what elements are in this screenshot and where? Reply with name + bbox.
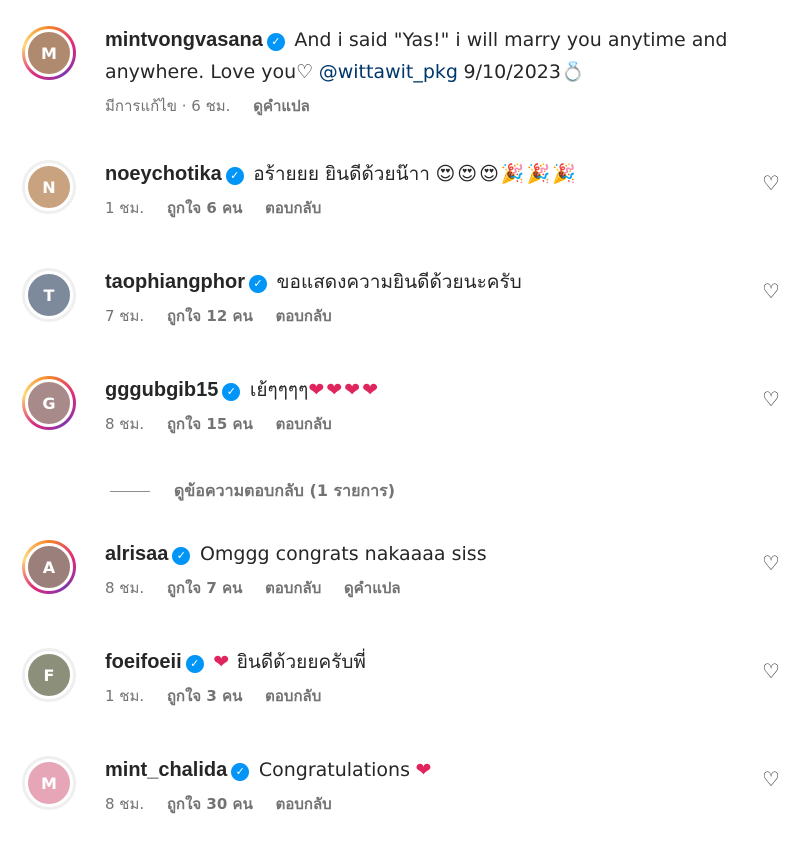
- reply-button[interactable]: ตอบกลับ: [265, 687, 321, 705]
- ring-emoji: 💍: [560, 61, 587, 83]
- avatar[interactable]: F: [22, 648, 76, 702]
- comment-time: 8 ชม.: [105, 579, 145, 597]
- verified-badge-icon: ✓: [225, 167, 244, 185]
- mention-link[interactable]: @wittawit_pkg: [319, 61, 458, 83]
- verified-badge-icon: ✓: [231, 763, 250, 781]
- username[interactable]: foeifoeii: [105, 651, 182, 673]
- comment-text: Omggg congrats nakaaaa siss: [199, 543, 487, 565]
- comment-time: 1 ชม.: [105, 687, 145, 705]
- reply-button[interactable]: ตอบกลับ: [276, 415, 332, 433]
- avatar[interactable]: G: [22, 376, 76, 430]
- comment-time: 7 ชม.: [105, 307, 145, 325]
- verified-badge-icon: ✓: [266, 33, 285, 51]
- edited-label: มีการแก้ไข · 6 ชม.: [105, 97, 231, 115]
- like-count[interactable]: ถูกใจ 6 คน: [167, 199, 242, 217]
- translate-button[interactable]: ดูคำแปล: [344, 579, 401, 597]
- verified-badge-icon: ✓: [222, 383, 241, 401]
- comment-time: 8 ชม.: [105, 795, 145, 813]
- comment-text: เย้ๆๆๆๆ: [249, 379, 309, 401]
- verified-badge-icon: ✓: [185, 655, 204, 673]
- avatar[interactable]: T: [22, 268, 76, 322]
- like-count[interactable]: ถูกใจ 15 คน: [167, 415, 253, 433]
- reply-button[interactable]: ตอบกลับ: [265, 579, 321, 597]
- heart-outline-icon[interactable]: ♡: [760, 388, 782, 410]
- view-replies-label: ดูข้อความตอบกลับ (1 รายการ): [174, 481, 396, 500]
- view-replies-button[interactable]: ดูข้อความตอบกลับ (1 รายการ): [110, 479, 395, 504]
- heart-outline-icon[interactable]: ♡: [760, 660, 782, 682]
- like-count[interactable]: ถูกใจ 7 คน: [167, 579, 242, 597]
- avatar[interactable]: M: [22, 756, 76, 810]
- username[interactable]: taophiangphor: [105, 271, 245, 293]
- comment-time: 8 ชม.: [105, 415, 145, 433]
- comment-text: Congratulations: [258, 759, 410, 781]
- username[interactable]: mintvongvasana: [105, 29, 263, 51]
- avatar[interactable]: N: [22, 160, 76, 214]
- username[interactable]: mint_chalida: [105, 759, 227, 781]
- reply-button[interactable]: ตอบกลับ: [276, 307, 332, 325]
- divider: [110, 491, 150, 492]
- username[interactable]: noeychotika: [105, 163, 222, 185]
- like-count[interactable]: ถูกใจ 30 คน: [167, 795, 253, 813]
- verified-badge-icon: ✓: [248, 275, 267, 293]
- reply-button[interactable]: ตอบกลับ: [276, 795, 332, 813]
- heart-emoji: ❤: [415, 759, 434, 781]
- heart-outline-icon[interactable]: ♡: [760, 280, 782, 302]
- caption-text-2: anywhere. Love you♡: [105, 61, 314, 83]
- like-count[interactable]: ถูกใจ 3 คน: [167, 687, 242, 705]
- heart-emoji: ❤: [213, 651, 232, 673]
- comment-time: 1 ชม.: [105, 199, 145, 217]
- username[interactable]: gggubgib15: [105, 379, 218, 401]
- avatar[interactable]: M: [22, 26, 76, 80]
- comment-text: ขอแสดงความยินดีด้วยนะครับ: [276, 271, 522, 293]
- heart-outline-icon[interactable]: ♡: [760, 552, 782, 574]
- comment-text: อร้ายยย ยินดีด้วยน๊าา: [253, 163, 430, 185]
- heart-outline-icon[interactable]: ♡: [760, 172, 782, 194]
- reply-button[interactable]: ตอบกลับ: [265, 199, 321, 217]
- username[interactable]: alrisaa: [105, 543, 168, 565]
- comment-text: ยินดีด้วยยครับพี่: [236, 651, 366, 673]
- avatar[interactable]: A: [22, 540, 76, 594]
- emoji-row: 😍😍😍🎉🎉🎉: [435, 163, 578, 185]
- caption-date: 9/10/2023: [463, 61, 561, 83]
- like-count[interactable]: ถูกใจ 12 คน: [167, 307, 253, 325]
- verified-badge-icon: ✓: [172, 547, 191, 565]
- translate-button[interactable]: ดูคำแปล: [253, 97, 310, 115]
- caption-text: And i said "Yas!" i will marry you anyti…: [294, 29, 728, 51]
- heart-emoji-row: ❤❤❤❤: [308, 379, 381, 401]
- heart-outline-icon[interactable]: ♡: [760, 768, 782, 790]
